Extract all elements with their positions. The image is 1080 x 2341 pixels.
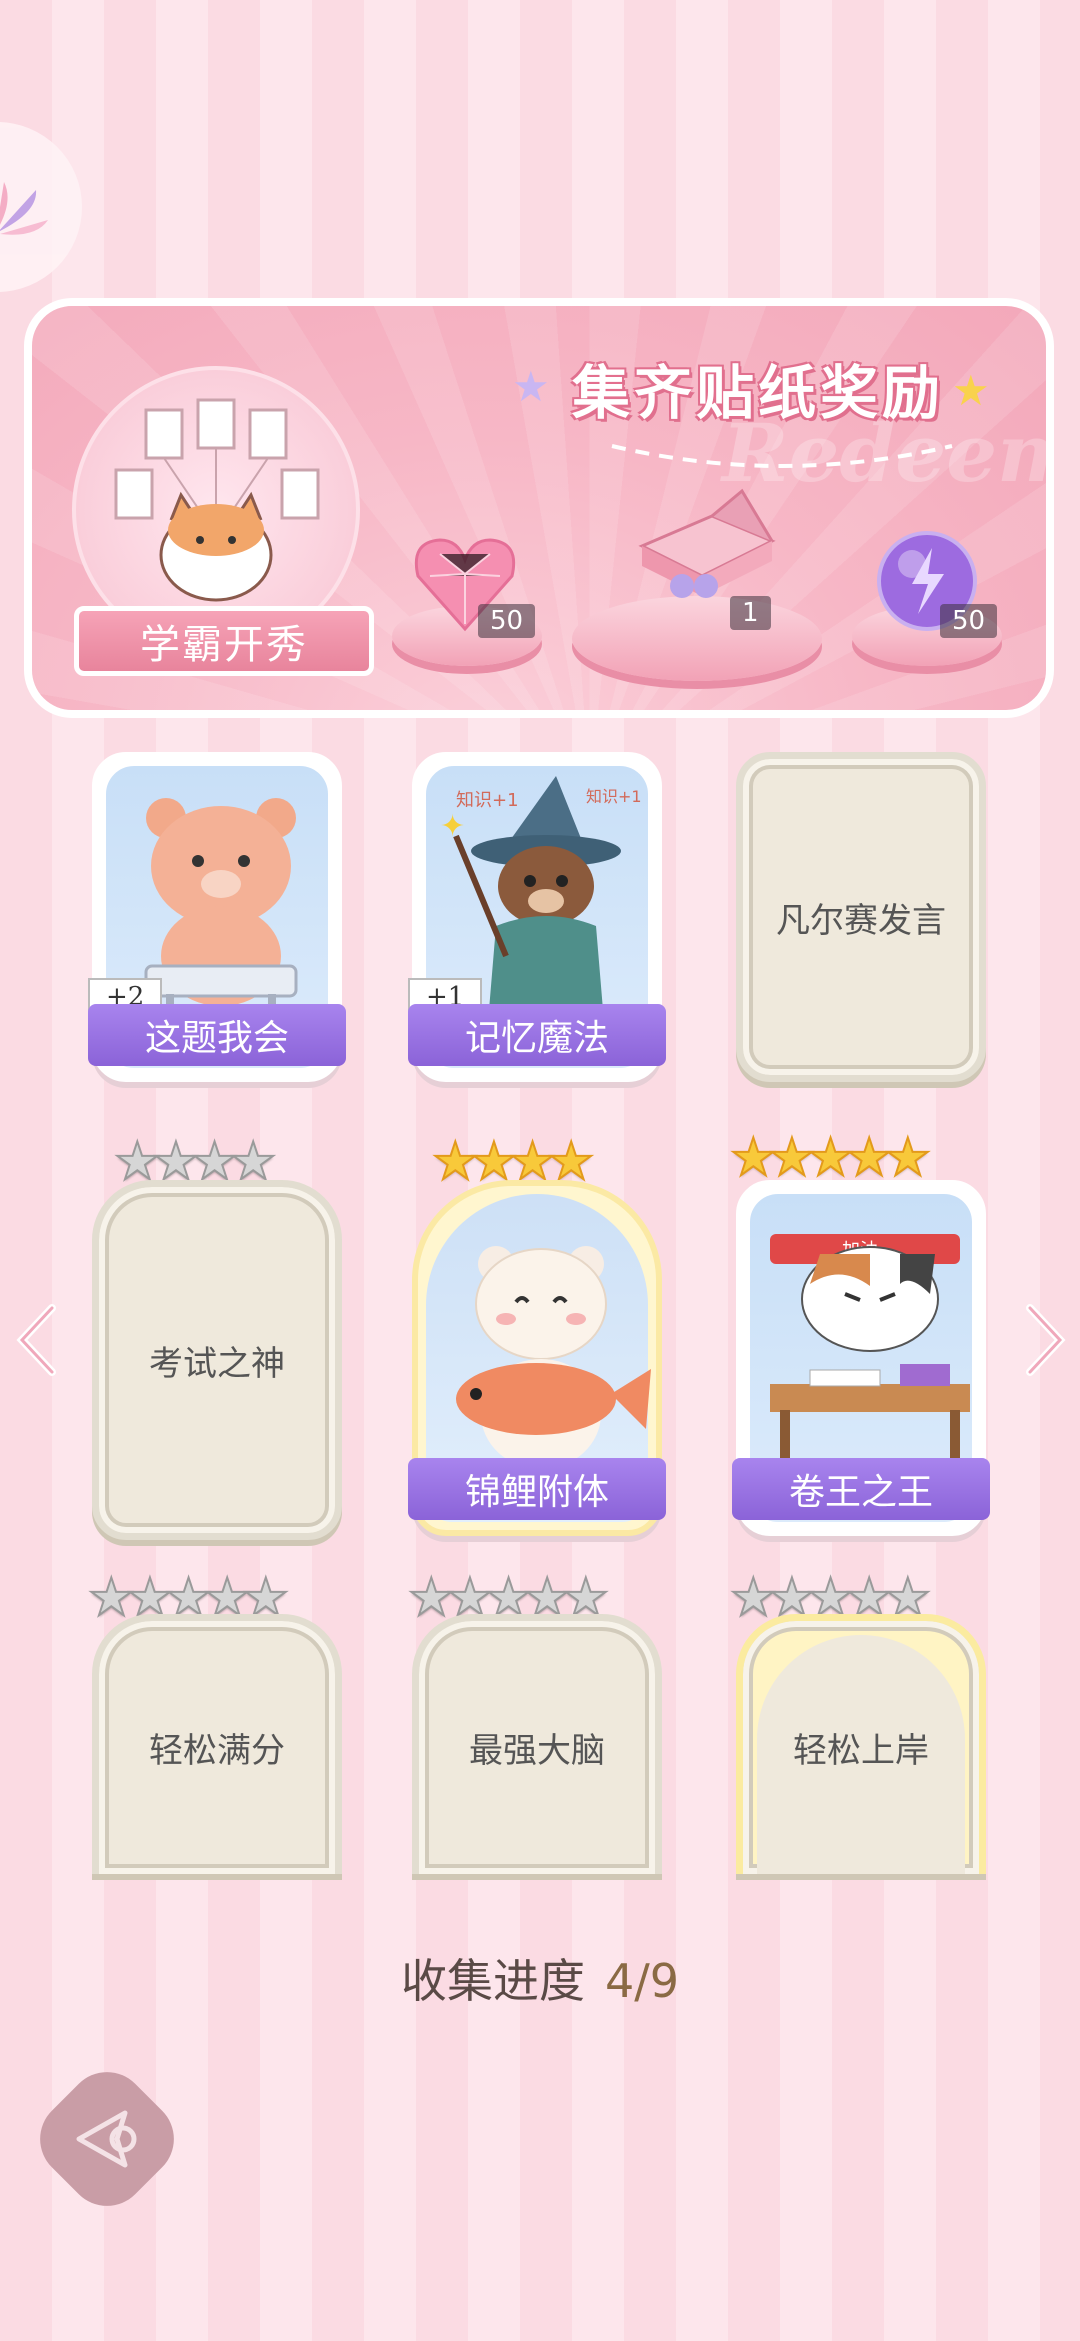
progress-value: 4/9 <box>604 1954 680 2008</box>
sticker-card-locked[interactable]: 轻松满分 <box>92 1614 342 1874</box>
sticker-card[interactable]: 锦鲤附体 <box>408 1180 666 1536</box>
sticker-card-locked[interactable]: 轻松上岸 <box>736 1614 986 1874</box>
avatar-ribbon: 学霸开秀 <box>74 606 374 676</box>
art-caption: 知识+1 <box>456 790 519 811</box>
progress-label: 收集进度 <box>400 1954 585 2008</box>
star-rating: ★ ★ ★ ★ ★ <box>729 1131 932 1185</box>
sticker-card[interactable]: +2 这题我会 <box>88 752 346 1082</box>
chevron-right-icon[interactable] <box>1020 1300 1070 1380</box>
reward-count: 50 <box>940 604 998 638</box>
sparkle-icon: ✦ <box>440 809 465 844</box>
sticker-name: 最强大脑 <box>469 1731 605 1771</box>
sticker-name: 凡尔赛发言 <box>776 900 946 941</box>
reward-count: 1 <box>730 596 771 630</box>
gift-box-icon[interactable] <box>622 486 782 606</box>
sticker-name: 轻松满分 <box>149 1731 285 1771</box>
chevron-left-icon[interactable] <box>12 1300 62 1380</box>
sticker-name: 考试之神 <box>149 1343 285 1384</box>
menu-button[interactable] <box>0 122 82 292</box>
sticker-card-locked[interactable]: 考试之神 <box>92 1180 342 1540</box>
sticker-name: 锦鲤附体 <box>464 1472 609 1513</box>
art-caption: 知识+1 <box>586 787 642 806</box>
banner-title: 集齐贴纸奖励 <box>572 359 945 427</box>
avatar-label: 学霸开秀 <box>140 622 308 668</box>
back-arrow-icon <box>76 2110 137 2168</box>
fan-icon <box>0 182 48 235</box>
reward-banner: Redeem ★ ★ 集齐贴纸奖励 学霸开秀 50 1 50 <box>24 298 1054 718</box>
sticker-name-ribbon: 锦鲤附体 <box>408 1458 666 1520</box>
sticker-card-locked[interactable]: 最强大脑 <box>412 1614 662 1874</box>
dashed-curve-decoration <box>611 444 953 468</box>
sticker-card[interactable]: 加油 卷王之王 <box>732 1180 990 1536</box>
sticker-name: 记忆魔法 <box>464 1018 609 1059</box>
reward-count: 50 <box>478 604 536 638</box>
star-icon: ★ <box>884 1128 933 1188</box>
sticker-name: 轻松上岸 <box>793 1731 929 1771</box>
sticker-name-ribbon: 卷王之王 <box>732 1458 990 1520</box>
sticker-name-ribbon: 这题我会 <box>88 1004 346 1066</box>
star-decoration-icon: ★ <box>952 366 990 415</box>
back-button[interactable] <box>23 2055 191 2223</box>
sticker-name-ribbon: 记忆魔法 <box>408 1004 666 1066</box>
star-decoration-icon: ★ <box>512 362 550 411</box>
sticker-name: 卷王之王 <box>788 1472 933 1513</box>
sticker-card-locked[interactable]: 凡尔赛发言 <box>736 752 986 1082</box>
collection-progress: 收集进度 4/9 <box>0 1945 1080 2011</box>
sticker-name: 这题我会 <box>144 1018 289 1059</box>
sticker-card[interactable]: 知识+1 知识+1 ✦ +1 记忆魔法 <box>408 752 666 1082</box>
reward-pedestal <box>572 596 822 681</box>
